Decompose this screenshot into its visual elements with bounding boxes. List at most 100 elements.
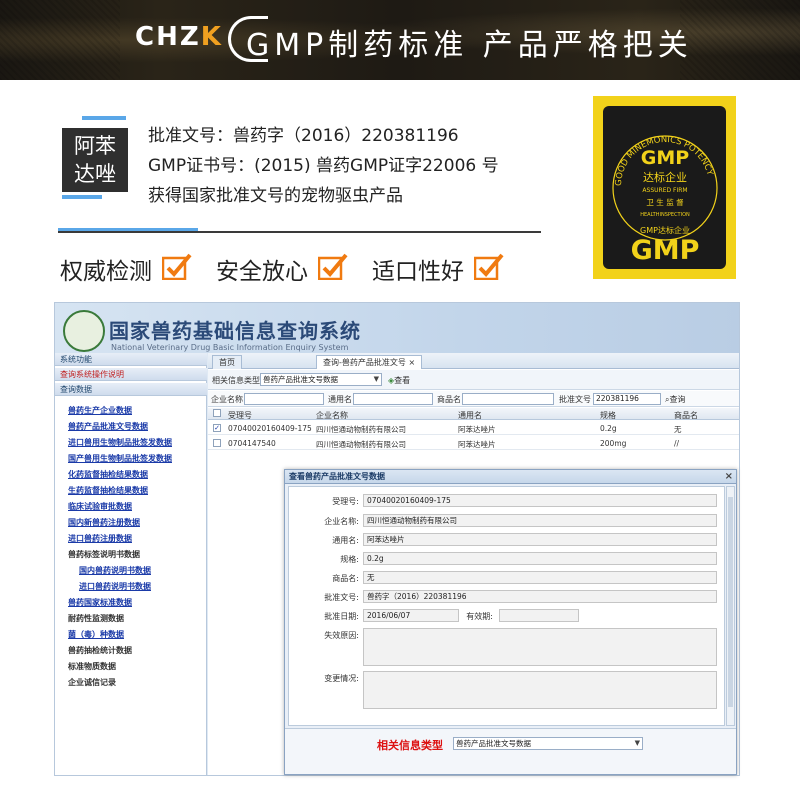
sidebar-item[interactable]: 企业诚信记录 (68, 677, 116, 688)
name-accent-top (82, 116, 126, 120)
sidebar-item[interactable]: 临床试验审批数据 (68, 501, 132, 512)
field-company[interactable]: 四川恒通动物制药有限公司 (363, 514, 717, 527)
row-checkbox[interactable]: ✓ (213, 424, 221, 432)
sidebar-item[interactable]: 兽药标签说明书数据 (68, 549, 140, 560)
dialog-body: 受理号: 07040020160409-175 企业名称: 四川恒通动物制药有限… (288, 486, 725, 726)
company-filter-input[interactable] (244, 393, 324, 405)
field-label-invalid: 失效原因: (324, 631, 359, 640)
sidebar-item[interactable]: 生药监督抽检结果数据 (68, 485, 148, 496)
sidebar-item[interactable]: 国内新兽药注册数据 (68, 517, 140, 528)
dialog-scrollbar[interactable] (726, 486, 735, 726)
footer-info-type-select[interactable]: 兽药产品批准文号数据 ▼ (453, 737, 643, 750)
system-title-en: National Veterinary Drug Basic Informati… (111, 343, 349, 352)
brand-logo: CHZK (135, 22, 223, 52)
system-logo-icon (63, 310, 105, 352)
gmp-badge-inner: GOOD MINEMONICS POTENCY GMP 达标企业 ASSURED… (603, 106, 726, 269)
system-header: 国家兽药基础信息查询系统 National Veterinary Drug Ba… (55, 303, 739, 353)
row-checkbox[interactable] (213, 439, 221, 447)
checkmark-icon (474, 253, 504, 280)
grid-col-trade[interactable]: 商品名 (674, 410, 698, 421)
field-spec[interactable]: 0.2g (363, 552, 717, 565)
footer-info-type-label: 相关信息类型 (377, 739, 443, 752)
tab-home[interactable]: 首页 (212, 355, 242, 369)
sidebar-bar-functions[interactable]: 系统功能 (55, 353, 207, 366)
chevron-down-icon: ▼ (634, 739, 640, 747)
approval-filter-input[interactable]: 220381196 (593, 393, 661, 405)
sidebar-item[interactable]: 化药监督抽检结果数据 (68, 469, 148, 480)
sidebar-bar-data[interactable]: 查询数据 (55, 383, 207, 396)
field-trade[interactable]: 无 (363, 571, 717, 584)
system-title: 国家兽药基础信息查询系统 (109, 319, 361, 343)
field-accept[interactable]: 07040020160409-175 (363, 494, 717, 507)
sidebar-item[interactable]: 进口兽用生物制品批签发数据 (68, 437, 172, 448)
tab-approval-query[interactable]: 查询-兽药产品批准文号 × (316, 355, 423, 369)
toolbar: 相关信息类型 兽药产品批准文号数据 ▼ ◈查看 (208, 370, 739, 390)
sidebar-item[interactable]: 进口兽药说明书数据 (79, 581, 151, 592)
table-cell-company: 四川恒通动物制药有限公司 (316, 425, 406, 434)
table-cell-trade: // (674, 439, 680, 448)
badge-cn1: 达标企业 (643, 170, 687, 184)
sidebar-item[interactable]: 国产兽用生物制品批签发数据 (68, 453, 172, 464)
select-all-checkbox[interactable] (213, 409, 221, 417)
common-filter-input[interactable] (353, 393, 433, 405)
table-cell-no: 0704147540 (228, 439, 276, 448)
field-label-approval: 批准文号: (324, 593, 359, 602)
grid-col-spec[interactable]: 规格 (600, 410, 616, 421)
banner-texture-left (0, 0, 120, 80)
checkmark-icon (318, 253, 348, 280)
field-change[interactable] (363, 671, 717, 709)
sidebar-item[interactable]: 兽药产品批准文号数据 (68, 421, 148, 432)
product-name-box: 阿苯 达唑 (62, 128, 128, 192)
tab-bar: 首页 查询-兽药产品批准文号 × (208, 353, 739, 369)
product-note-text: 获得国家批准文号的宠物驱虫产品 (148, 186, 403, 206)
grid-col-company[interactable]: 企业名称 (316, 410, 348, 421)
dialog-title-bar: 查看兽药产品批准文号数据 × (285, 470, 736, 484)
tab-close-icon[interactable]: × (408, 358, 415, 367)
sidebar-item[interactable]: 兽药国家标准数据 (68, 597, 132, 608)
scrollbar-thumb[interactable] (728, 497, 733, 707)
gmp-badge: GOOD MINEMONICS POTENCY GMP 达标企业 ASSURED… (593, 96, 736, 279)
grid-col-common[interactable]: 通用名 (458, 410, 482, 421)
feature-1-label: 权威检测 (60, 259, 152, 285)
sidebar-item[interactable]: 进口兽药注册数据 (68, 533, 132, 544)
field-invalid-reason[interactable] (363, 628, 717, 666)
badge-cn2: 卫 生 监 督 (646, 197, 684, 207)
field-common[interactable]: 阿苯达唑片 (363, 533, 717, 546)
section-divider (58, 228, 541, 233)
table-cell-spec: 0.2g (600, 424, 617, 433)
dialog-footer: 相关信息类型 兽药产品批准文号数据 ▼ (285, 728, 736, 774)
sidebar-bar-help[interactable]: 查询系统操作说明 (55, 368, 207, 381)
field-approval[interactable]: 兽药字（2016）220381196 (363, 590, 717, 603)
badge-en1: ASSURED FIRM (642, 187, 687, 194)
grid-col-accept[interactable]: 受理号 (228, 410, 252, 421)
detail-dialog: 查看兽药产品批准文号数据 × 受理号: 07040020160409-175 企业… (284, 469, 737, 775)
sidebar-item[interactable]: 兽药抽检统计数据 (68, 645, 132, 656)
sidebar-item[interactable]: 兽药生产企业数据 (68, 405, 132, 416)
badge-gmp-top: GMP (641, 147, 690, 169)
common-filter-label: 通用名 (328, 395, 352, 404)
field-label-trade: 商品名: (332, 574, 359, 583)
sidebar-item[interactable]: 菌（毒）种数据 (68, 629, 124, 640)
field-label-common: 通用名: (332, 536, 359, 545)
sidebar: 系统功能 查询系统操作说明 查询数据 兽药生产企业数据 兽药产品批准文号数据 进口兽… (55, 353, 207, 775)
approval-number-text: 批准文号：兽药字（2016）220381196 (148, 126, 459, 146)
sidebar-item[interactable]: 耐药性监测数据 (68, 613, 124, 624)
view-button[interactable]: ◈查看 (388, 375, 410, 386)
close-icon[interactable]: × (725, 470, 733, 484)
chevron-down-icon: ▼ (373, 375, 379, 383)
product-name-line1: 阿苯 (74, 134, 116, 158)
badge-cn3: GMP达标企业 (640, 225, 690, 235)
table-cell-no: 07040020160409-175 (228, 424, 312, 433)
table-row[interactable]: 0704147540 四川恒通动物制药有限公司 阿苯达唑片 200mg // (208, 436, 739, 450)
table-cell-common: 阿苯达唑片 (458, 425, 496, 434)
field-valid[interactable] (499, 609, 579, 622)
name-accent-bottom (62, 195, 102, 199)
trade-filter-input[interactable] (462, 393, 554, 405)
field-label-spec: 规格: (340, 555, 359, 564)
query-button[interactable]: ⌕查询 (665, 394, 685, 405)
sidebar-item[interactable]: 国内兽药说明书数据 (79, 565, 151, 576)
table-cell-trade: 无 (674, 425, 682, 434)
info-type-select[interactable]: 兽药产品批准文号数据 ▼ (260, 373, 382, 386)
sidebar-item[interactable]: 标准物质数据 (68, 661, 116, 672)
table-row[interactable]: ✓ 07040020160409-175 四川恒通动物制药有限公司 阿苯达唑片 0.2g… (208, 421, 739, 435)
